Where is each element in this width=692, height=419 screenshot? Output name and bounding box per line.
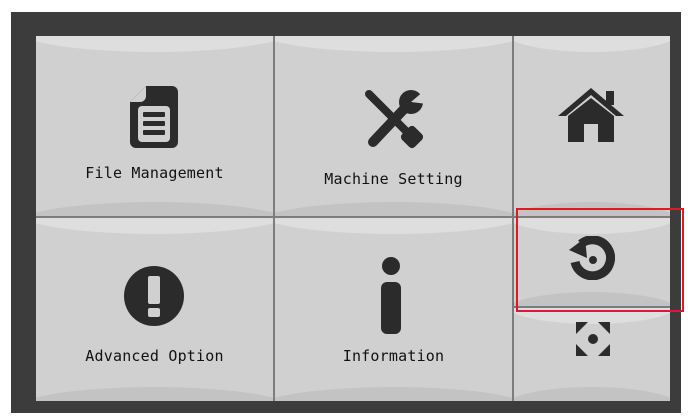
file-icon <box>130 86 178 148</box>
home-button[interactable] <box>514 36 670 216</box>
focus-button[interactable] <box>514 308 670 401</box>
focus-icon <box>576 322 610 356</box>
information-button[interactable]: Information <box>275 218 512 401</box>
home-icon <box>558 88 624 142</box>
machine-setting-button[interactable]: Machine Setting <box>275 36 512 216</box>
exclamation-icon <box>124 266 184 326</box>
information-label: Information <box>342 347 445 365</box>
file-management-label: File Management <box>85 164 224 182</box>
machine-setting-label: Machine Setting <box>324 170 463 188</box>
advanced-option-button[interactable]: Advanced Option <box>36 218 273 401</box>
wrench-screwdriver-icon <box>365 90 427 149</box>
info-icon <box>381 257 401 334</box>
advanced-option-label: Advanced Option <box>85 347 224 365</box>
file-management-button[interactable]: File Management <box>36 36 273 216</box>
refresh-button[interactable] <box>514 218 670 306</box>
refresh-icon <box>569 236 615 280</box>
